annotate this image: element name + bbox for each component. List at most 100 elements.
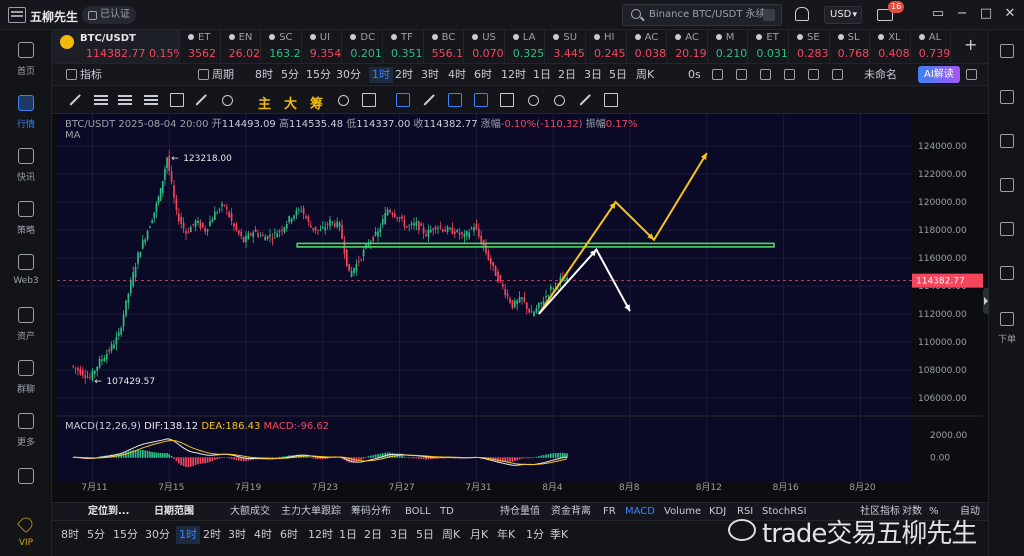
nav-item-5[interactable]: 资产 bbox=[0, 299, 52, 349]
layout-name-select[interactable]: 未命名 bbox=[864, 67, 897, 83]
ticker-item[interactable]: LA 0.325 bbox=[505, 30, 546, 63]
bottom-timeframe-11[interactable]: 2日 bbox=[364, 526, 382, 544]
fullscreen-icon[interactable] bbox=[832, 69, 843, 80]
candlestick-chart[interactable]: 124000.00 122000.00 120000.00 118000.00 1160… bbox=[57, 114, 983, 502]
ticker-item[interactable]: HI 0.245 bbox=[586, 30, 627, 63]
more-tools-icon[interactable] bbox=[220, 93, 234, 107]
ticker-item[interactable]: SE 0.283 bbox=[789, 30, 830, 63]
ticker-item[interactable]: DC 0.201 bbox=[342, 30, 383, 63]
ticker-item[interactable]: M 0.210 bbox=[708, 30, 749, 63]
bottom-timeframe-5[interactable]: 2时 bbox=[203, 526, 221, 544]
indicator-item[interactable]: 大额成交 bbox=[230, 504, 270, 520]
compare-icon[interactable] bbox=[784, 69, 795, 80]
history-icon[interactable] bbox=[1000, 266, 1014, 280]
search-input[interactable]: Binance BTC/USDT 永续 bbox=[622, 4, 782, 26]
horizontal-line-tool-icon[interactable] bbox=[118, 93, 132, 107]
ticker-item[interactable]: BTC/USDT 114382.77 0.15% bbox=[52, 30, 180, 63]
indicator-item[interactable]: 持仓量值 bbox=[500, 504, 540, 520]
ticker-item[interactable]: SL 0.768 bbox=[830, 30, 871, 63]
parallel-lines-tool-icon[interactable] bbox=[94, 93, 108, 107]
edit-icon[interactable] bbox=[736, 69, 747, 80]
ticker-item[interactable]: XL 0.408 bbox=[870, 30, 911, 63]
timeframe-7[interactable]: 4时 bbox=[448, 67, 466, 83]
bottom-timeframe-18[interactable]: 季K bbox=[550, 526, 568, 544]
list-icon[interactable] bbox=[1000, 134, 1014, 148]
indicator-item[interactable]: FR bbox=[603, 504, 616, 520]
period-button[interactable]: 周期 bbox=[212, 67, 234, 83]
locate-button[interactable]: 定位到... bbox=[88, 504, 129, 520]
timeframe-2[interactable]: 15分 bbox=[306, 67, 331, 83]
ticker-item[interactable]: AC 20.19 bbox=[667, 30, 708, 63]
main-force-button[interactable]: 主 bbox=[258, 93, 271, 112]
nav-item-4[interactable]: Web3 bbox=[0, 246, 52, 296]
timeframe-3[interactable]: 30分 bbox=[336, 67, 361, 83]
chip-button[interactable]: 筹 bbox=[310, 93, 323, 112]
indicator-item[interactable]: KDJ bbox=[709, 504, 726, 520]
layout-icon[interactable] bbox=[1000, 44, 1014, 58]
nav-item-6[interactable]: 群聊 bbox=[0, 352, 52, 402]
ticker-item[interactable]: BC 556.1 bbox=[424, 30, 465, 63]
orderbook-icon[interactable] bbox=[1000, 90, 1014, 104]
date-range-button[interactable]: 日期范围 bbox=[154, 504, 194, 520]
ma-label[interactable]: MA bbox=[65, 130, 80, 141]
indicator-item[interactable]: 资金背离 bbox=[551, 504, 591, 520]
add-ticker-icon[interactable]: + bbox=[964, 35, 977, 54]
place-order-label[interactable]: 下单 bbox=[989, 332, 1024, 345]
bottom-timeframe-8[interactable]: 6时 bbox=[280, 526, 298, 544]
indicator-item[interactable]: TD bbox=[440, 504, 454, 520]
timeframe-1[interactable]: 5分 bbox=[281, 67, 299, 83]
ticker-item[interactable]: SC 163.2 bbox=[261, 30, 302, 63]
nav-item-8[interactable] bbox=[0, 460, 52, 510]
nav-item-0[interactable]: 首页 bbox=[0, 34, 52, 84]
expand-icon[interactable] bbox=[966, 69, 977, 80]
bottom-timeframe-2[interactable]: 15分 bbox=[113, 526, 138, 544]
order-icon[interactable] bbox=[1000, 312, 1014, 326]
bell-icon[interactable] bbox=[795, 7, 809, 21]
indicator-item[interactable]: Volume bbox=[664, 504, 701, 520]
filter-icon[interactable] bbox=[578, 93, 592, 107]
draw-mode-icon[interactable] bbox=[448, 93, 462, 107]
bottom-timeframe-6[interactable]: 3时 bbox=[228, 526, 246, 544]
timeframe-9[interactable]: 12时 bbox=[501, 67, 526, 83]
indicator-item[interactable]: 筹码分布 bbox=[351, 504, 391, 520]
copy-tool-icon[interactable] bbox=[336, 93, 350, 107]
ray-tool-icon[interactable] bbox=[144, 93, 158, 107]
ticker-item[interactable]: AL 0.739 bbox=[911, 30, 952, 63]
settings-icon[interactable] bbox=[808, 69, 819, 80]
macd-label[interactable]: MACD(12,26,9) bbox=[65, 421, 141, 432]
ticker-item[interactable]: US 0.070 bbox=[464, 30, 505, 63]
layers-icon[interactable] bbox=[760, 69, 771, 80]
bottom-timeframe-9[interactable]: 12时 bbox=[308, 526, 333, 544]
ticker-item[interactable]: ET 3562 bbox=[180, 30, 221, 63]
indicator-item[interactable]: MACD bbox=[625, 504, 655, 520]
bottom-timeframe-17[interactable]: 1分 bbox=[526, 526, 544, 544]
big-order-button[interactable]: 大 bbox=[284, 93, 297, 112]
timeframe-5[interactable]: 2时 bbox=[395, 67, 413, 83]
select-tool-icon[interactable] bbox=[396, 93, 410, 107]
verified-badge[interactable]: 已认证 bbox=[82, 6, 136, 24]
arrow-tool-icon[interactable] bbox=[194, 93, 208, 107]
bottom-timeframe-12[interactable]: 3日 bbox=[390, 526, 408, 544]
eye-icon[interactable] bbox=[526, 93, 540, 107]
ai-interpret-button[interactable]: AI解读 bbox=[918, 66, 960, 83]
trendline-tool-icon[interactable] bbox=[68, 93, 82, 107]
rectangle-tool-icon[interactable] bbox=[170, 93, 184, 107]
nav-item-9[interactable]: VIP bbox=[0, 508, 52, 556]
maximize-icon[interactable]: □ bbox=[979, 7, 993, 21]
multi-draw-icon[interactable] bbox=[474, 93, 488, 107]
nav-item-1[interactable]: 行情 bbox=[0, 87, 52, 137]
ruler-tool-icon[interactable] bbox=[362, 93, 376, 107]
chart-area[interactable]: 124000.00 122000.00 120000.00 118000.00 1160… bbox=[57, 114, 983, 502]
ticker-item[interactable]: TF 0.351 bbox=[383, 30, 424, 63]
timeframe-0[interactable]: 8时 bbox=[255, 67, 273, 83]
bottom-timeframe-10[interactable]: 1日 bbox=[339, 526, 357, 544]
bottom-timeframe-0[interactable]: 8时 bbox=[61, 526, 79, 544]
minimize-icon[interactable]: − bbox=[955, 7, 969, 21]
ticker-item[interactable]: EN 26.02 bbox=[221, 30, 262, 63]
ticker-item[interactable]: SU 3.445 bbox=[545, 30, 586, 63]
bottom-timeframe-7[interactable]: 4时 bbox=[254, 526, 272, 544]
bookmark-icon[interactable] bbox=[1000, 222, 1014, 236]
indicator-item[interactable]: BOLL bbox=[405, 504, 431, 520]
indicator-item[interactable]: 主力大单跟踪 bbox=[281, 504, 341, 520]
timeframe-6[interactable]: 3时 bbox=[421, 67, 439, 83]
